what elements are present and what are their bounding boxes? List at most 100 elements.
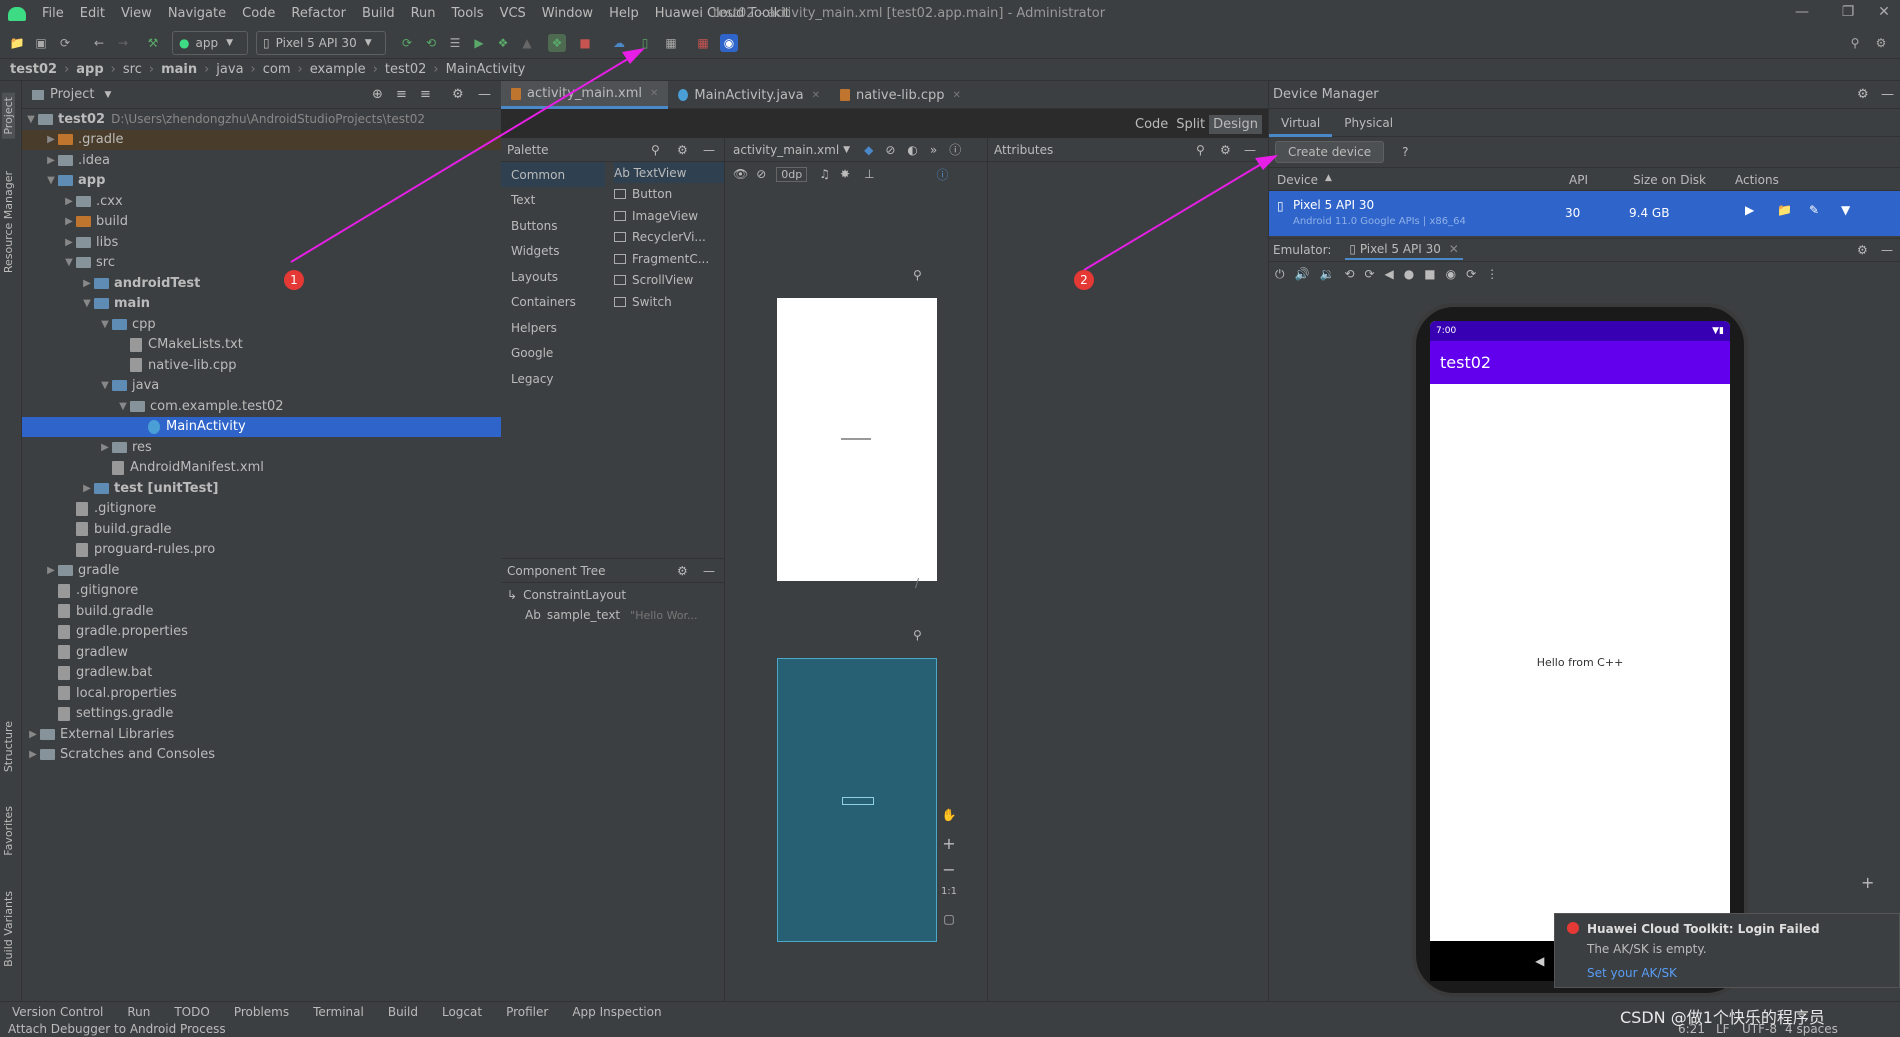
palette-category[interactable]: Legacy bbox=[501, 366, 605, 391]
close-icon[interactable]: ✕ bbox=[812, 90, 820, 101]
side-tab-project[interactable]: Project bbox=[2, 93, 15, 139]
menu-file[interactable]: File bbox=[34, 6, 72, 21]
chevron-right-icon[interactable]: ▶ bbox=[62, 196, 76, 207]
tree-item[interactable]: ▼ app bbox=[22, 171, 501, 191]
more-options-icon[interactable]: ⋮ bbox=[1486, 267, 1498, 281]
cloud-toolkit-icon[interactable]: ◉ bbox=[720, 34, 738, 52]
huawei-icon[interactable]: ▦ bbox=[694, 34, 712, 52]
hide-icon[interactable]: — bbox=[1881, 243, 1893, 257]
tree-item[interactable]: CMakeLists.txt bbox=[22, 335, 501, 355]
search-icon[interactable]: ⚲ bbox=[651, 143, 660, 157]
device-manager-icon[interactable]: ▯ bbox=[636, 34, 654, 52]
chevron-right-icon[interactable]: ▶ bbox=[80, 278, 94, 289]
tree-item[interactable]: ▼ src bbox=[22, 253, 501, 273]
chevron-down-icon[interactable]: ▼ bbox=[98, 380, 112, 391]
breadcrumb-item[interactable]: example bbox=[310, 62, 366, 77]
infer-constraints-icon[interactable]: ✸ bbox=[840, 167, 850, 181]
pin-icon[interactable]: ⚲ bbox=[913, 628, 922, 642]
back-icon[interactable]: ◀ bbox=[1385, 267, 1394, 281]
chevron-right-icon[interactable]: ▶ bbox=[26, 729, 40, 740]
side-tab-favorites[interactable]: Favorites bbox=[2, 806, 15, 856]
chevron-down-icon[interactable]: ▼ bbox=[80, 298, 94, 309]
margin-field[interactable]: 0dp bbox=[776, 166, 808, 182]
chevron-right-icon[interactable]: ▶ bbox=[44, 134, 58, 145]
tree-item[interactable]: ▶ gradle bbox=[22, 560, 501, 580]
tree-item[interactable]: ▶ .cxx bbox=[22, 191, 501, 211]
locate-icon[interactable]: ⊕ bbox=[372, 87, 383, 102]
gear-icon[interactable]: ⚙ bbox=[1857, 243, 1868, 257]
tree-item[interactable]: ▼ java bbox=[22, 376, 501, 396]
tool-tab-todo[interactable]: TODO bbox=[174, 1005, 209, 1019]
close-icon[interactable]: ✕ bbox=[1449, 242, 1459, 256]
resize-handle-icon[interactable]: ∕ bbox=[915, 576, 919, 590]
col-actions[interactable]: Actions bbox=[1735, 173, 1779, 187]
menu-run[interactable]: Run bbox=[403, 6, 444, 21]
tree-item[interactable]: ▼ com.example.test02 bbox=[22, 396, 501, 416]
palette-item[interactable]: Switch bbox=[614, 291, 724, 312]
palette-item[interactable]: FragmentC... bbox=[614, 248, 724, 269]
device-select[interactable]: ▯ Pixel 5 API 30 ▼ bbox=[256, 31, 386, 55]
rotate-right-icon[interactable]: ⟳ bbox=[1364, 267, 1374, 281]
gear-icon[interactable]: ⚙ bbox=[452, 87, 464, 102]
tree-item[interactable]: ▶ libs bbox=[22, 232, 501, 252]
hide-icon[interactable]: — bbox=[478, 87, 491, 102]
apply-changes-icon[interactable]: ⟳ bbox=[398, 34, 416, 52]
palette-category[interactable]: Common bbox=[501, 162, 605, 187]
tree-item[interactable]: ▶ res bbox=[22, 437, 501, 457]
menu-edit[interactable]: Edit bbox=[72, 6, 113, 21]
col-device[interactable]: Device bbox=[1277, 173, 1318, 187]
overview-icon[interactable]: ■ bbox=[1424, 267, 1435, 281]
build-icon[interactable]: ☰ bbox=[446, 34, 464, 52]
tab-physical[interactable]: Physical bbox=[1332, 109, 1405, 137]
close-window-button[interactable]: ✕ bbox=[1864, 4, 1900, 24]
chevron-down-icon[interactable]: ▼ bbox=[116, 401, 130, 412]
edit-icon[interactable]: ✎ bbox=[1809, 203, 1819, 217]
pin-icon[interactable]: ⚲ bbox=[913, 268, 922, 282]
menu-help[interactable]: Help bbox=[601, 6, 647, 21]
open-icon[interactable]: 📁 bbox=[8, 34, 26, 52]
power-icon[interactable]: ⏻ bbox=[1275, 267, 1285, 282]
palette-item[interactable]: ImageView bbox=[614, 205, 724, 226]
view-split-button[interactable]: Split bbox=[1172, 115, 1209, 134]
orientation-icon[interactable]: ⊘ bbox=[885, 143, 895, 157]
tree-item[interactable]: ▶ .idea bbox=[22, 150, 501, 170]
tree-item[interactable]: build.gradle bbox=[22, 519, 501, 539]
hide-icon[interactable]: — bbox=[1244, 143, 1256, 157]
component-tree-root[interactable]: ↳ ConstraintLayout bbox=[501, 585, 724, 605]
gear-icon[interactable]: ⚙ bbox=[677, 564, 688, 578]
close-icon[interactable]: ✕ bbox=[650, 88, 658, 99]
tool-tab-problems[interactable]: Problems bbox=[234, 1005, 289, 1019]
chevron-right-icon[interactable]: ▶ bbox=[80, 483, 94, 494]
chevron-right-icon[interactable]: ▶ bbox=[44, 565, 58, 576]
chevron-right-icon[interactable]: ▶ bbox=[62, 237, 76, 248]
palette-category[interactable]: Helpers bbox=[501, 315, 605, 340]
chevron-right-icon[interactable]: ▶ bbox=[26, 749, 40, 760]
tree-item[interactable]: ▶ External Libraries bbox=[22, 724, 501, 744]
palette-item[interactable]: ScrollView bbox=[614, 270, 724, 291]
menu-window[interactable]: Window bbox=[534, 6, 601, 21]
forward-icon[interactable]: → bbox=[114, 34, 132, 52]
menu-vcs[interactable]: VCS bbox=[492, 6, 534, 21]
tool-tab-version-control[interactable]: Version Control bbox=[12, 1005, 103, 1019]
menu-build[interactable]: Build bbox=[354, 6, 403, 21]
palette-item[interactable]: RecyclerVi... bbox=[614, 227, 724, 248]
tree-item[interactable]: gradlew.bat bbox=[22, 663, 501, 683]
tree-item[interactable]: ▶ build bbox=[22, 212, 501, 232]
tool-tab-profiler[interactable]: Profiler bbox=[506, 1005, 548, 1019]
palette-category[interactable]: Google bbox=[501, 341, 605, 366]
hide-icon[interactable]: — bbox=[703, 564, 715, 578]
search-icon[interactable]: ⚲ bbox=[1196, 143, 1205, 157]
side-tab-structure[interactable]: Structure bbox=[2, 721, 15, 772]
tree-item[interactable]: gradle.properties bbox=[22, 622, 501, 642]
device-row[interactable]: ▯ Pixel 5 API 30 Android 11.0 Google API… bbox=[1269, 191, 1900, 236]
tree-item[interactable]: ▶ test [unitTest] bbox=[22, 478, 501, 498]
editor-tab[interactable]: MainActivity.java ✕ bbox=[668, 81, 830, 109]
minimize-button[interactable]: — bbox=[1782, 4, 1822, 24]
component-tree-child[interactable]: Ab sample_text "Hello Wor... bbox=[501, 605, 724, 625]
volume-down-icon[interactable]: 🔉 bbox=[1319, 267, 1334, 281]
gradle-sync-icon[interactable]: ☁ bbox=[610, 34, 628, 52]
back-icon[interactable]: ← bbox=[90, 34, 108, 52]
project-view-label[interactable]: Project bbox=[50, 87, 94, 102]
tab-virtual[interactable]: Virtual bbox=[1269, 109, 1333, 137]
notification-link[interactable]: Set your AK/SK bbox=[1587, 966, 1677, 980]
